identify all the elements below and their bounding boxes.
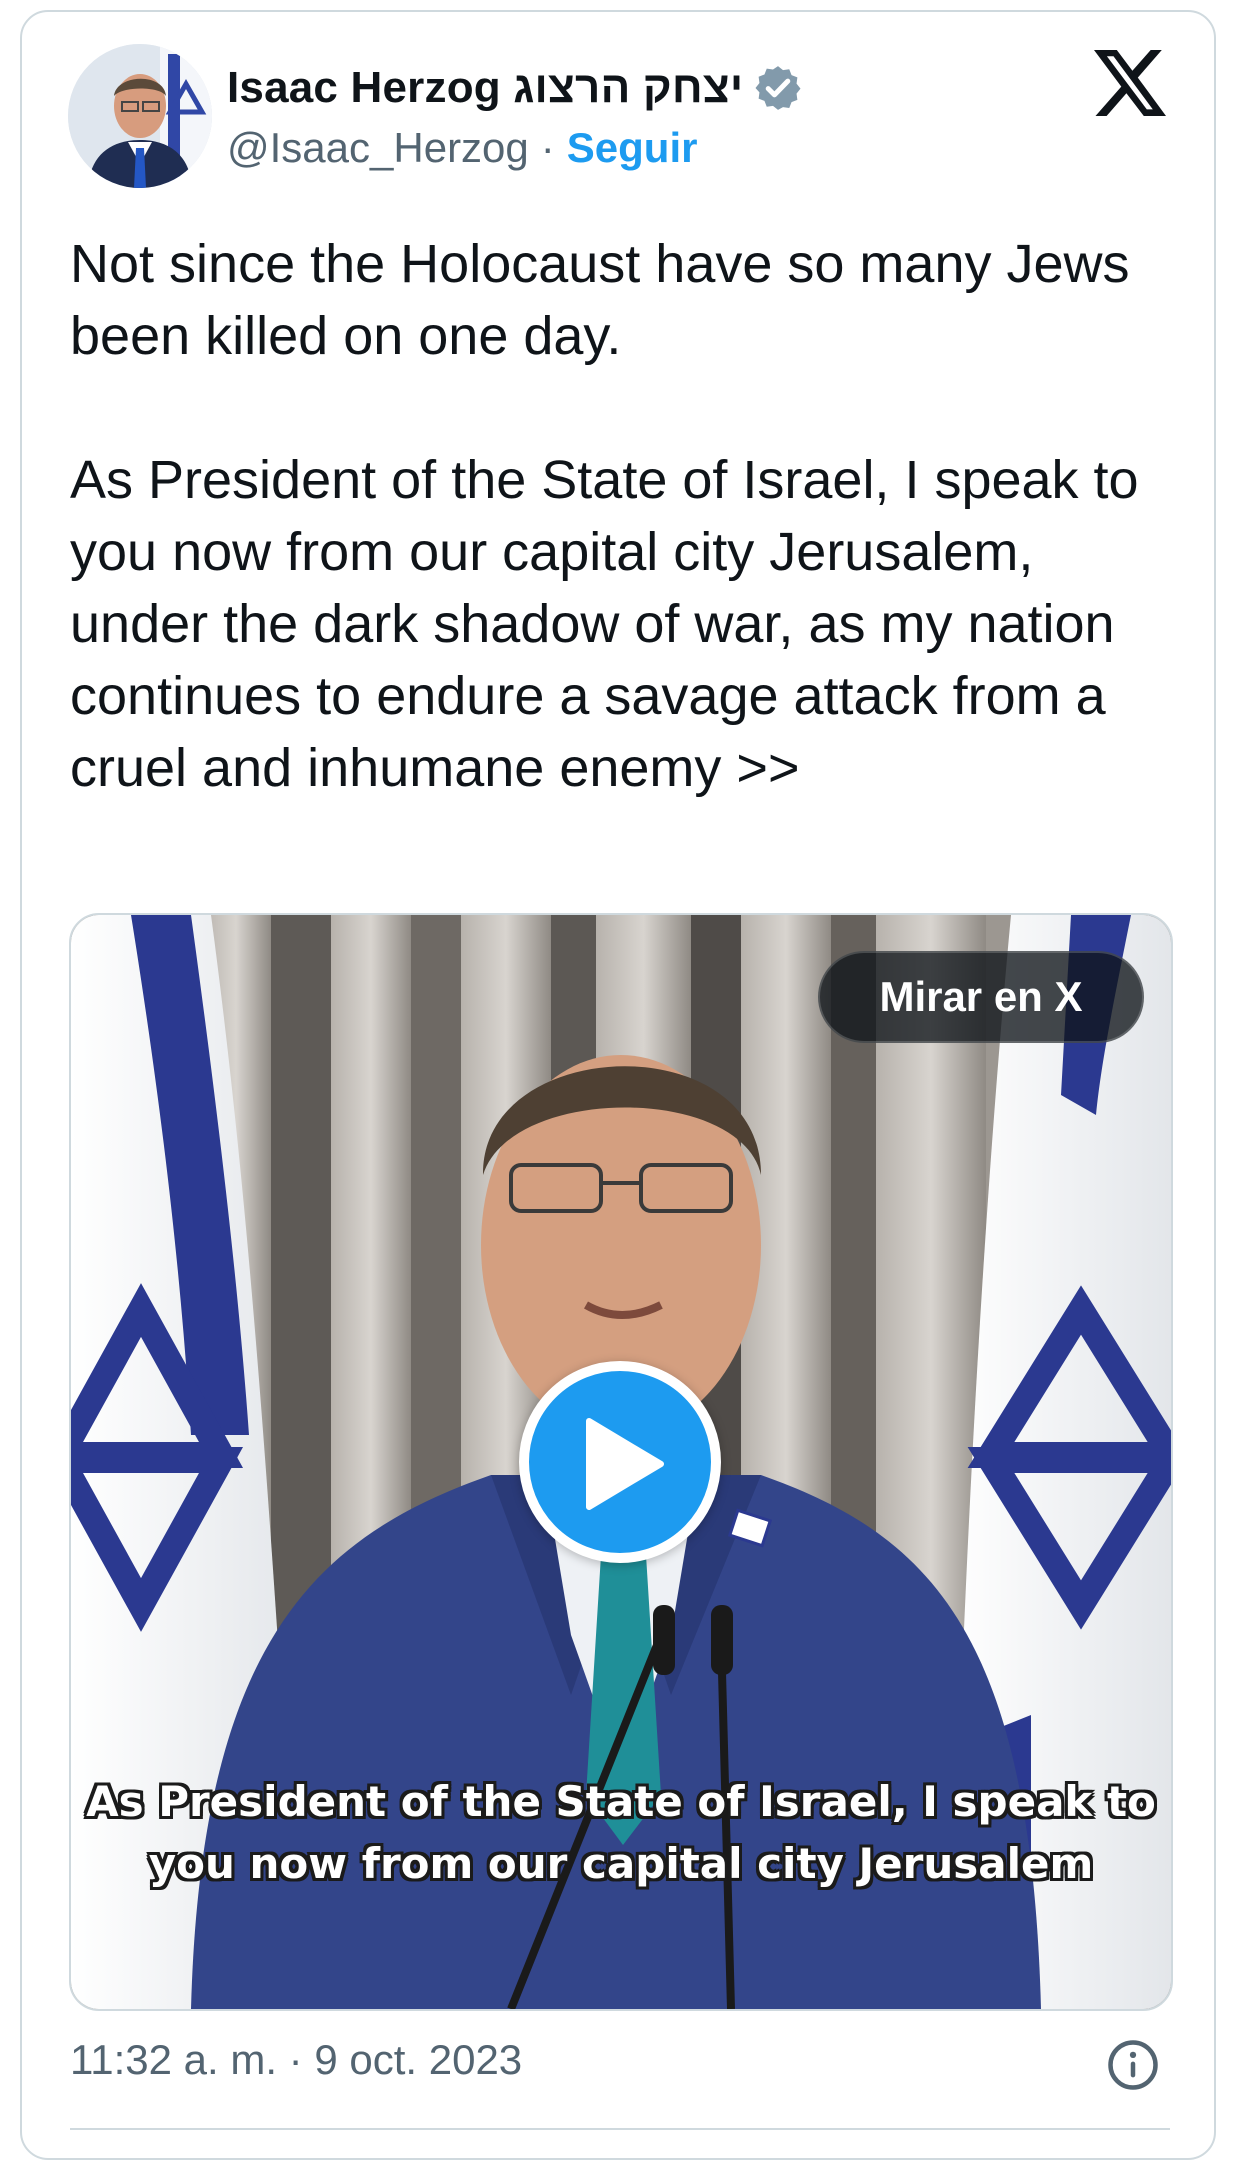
x-logo-icon[interactable] <box>1094 50 1166 116</box>
separator-dot: · <box>540 124 555 171</box>
subtitle-line-2: you now from our capital city Jerusalem <box>148 1839 1094 1888</box>
author-display-name[interactable]: Isaac Herzog יצחק הרצוג <box>227 63 743 113</box>
tweet-timestamp[interactable]: 11:32 a. m. · 9 oct. 2023 <box>70 2036 522 2084</box>
author-handle-row: @Isaac_Herzog · Seguir <box>227 124 697 172</box>
author-name-row: Isaac Herzog יצחק הרצוג <box>227 58 803 118</box>
footer-divider <box>70 2128 1170 2130</box>
verified-badge-icon <box>755 66 801 110</box>
watch-on-x-button[interactable]: Mirar en X <box>818 951 1144 1043</box>
author-avatar[interactable] <box>68 44 212 188</box>
subtitle-line-1: As President of the State of Israel, I s… <box>86 1777 1156 1826</box>
info-icon[interactable] <box>1106 2038 1160 2092</box>
tweet-text: Not since the Holocaust have so many Jew… <box>70 234 1139 798</box>
video-media[interactable]: Mirar en X As President of the State of … <box>69 913 1173 2011</box>
avatar-image <box>68 44 212 188</box>
follow-button[interactable]: Seguir <box>567 124 698 172</box>
play-button[interactable] <box>519 1361 721 1563</box>
video-subtitle: As President of the State of Israel, I s… <box>71 1771 1171 1895</box>
author-handle[interactable]: @Isaac_Herzog <box>227 124 529 172</box>
play-icon <box>586 1418 664 1510</box>
